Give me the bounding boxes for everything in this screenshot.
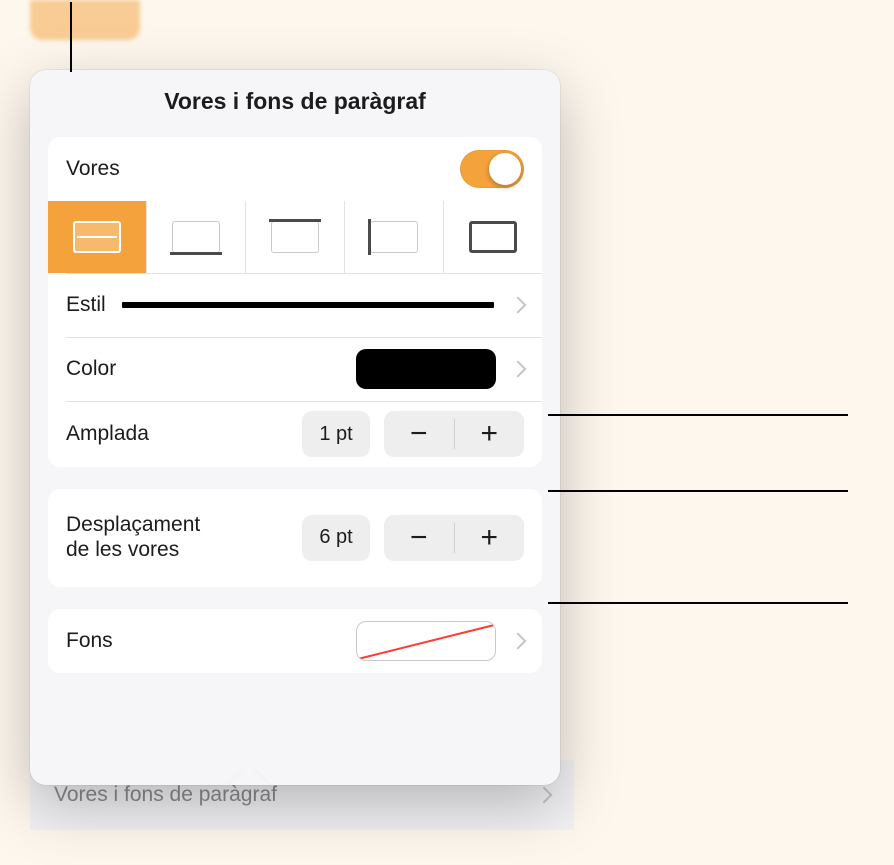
fill-label: Fons [66, 629, 113, 653]
callout-leader [70, 2, 72, 72]
border-side-bottom[interactable] [147, 201, 246, 273]
border-color-row[interactable]: Color [48, 337, 542, 401]
borders-card: Vores Estil [48, 137, 542, 467]
width-label: Amplada [66, 422, 149, 446]
border-offset-row: Desplaçament de les vores 6 pt − + [48, 489, 542, 587]
callout-leader [548, 414, 848, 416]
fill-card: Fons [48, 609, 542, 673]
borders-toggle[interactable] [460, 150, 524, 188]
underlying-row-label: Vores i fons de paràgraf [54, 783, 277, 807]
chevron-right-icon [510, 632, 527, 649]
borders-background-popover: Vores i fons de paràgraf Vores [30, 70, 560, 785]
width-value[interactable]: 1 pt [302, 411, 370, 457]
background-tab-hint [30, 0, 140, 40]
borders-toggle-row: Vores [48, 137, 542, 201]
color-swatch [356, 349, 496, 389]
offset-decrement[interactable]: − [384, 515, 454, 561]
offset-card: Desplaçament de les vores 6 pt − + [48, 489, 542, 587]
border-side-left[interactable] [345, 201, 444, 273]
chevron-right-icon [536, 787, 553, 804]
chevron-right-icon [510, 361, 527, 378]
popover-title: Vores i fons de paràgraf [30, 88, 560, 115]
toggle-knob [489, 153, 521, 185]
chevron-right-icon [510, 297, 527, 314]
border-side-outline[interactable] [444, 201, 542, 273]
line-style-preview [122, 302, 494, 308]
offset-label: Desplaçament de les vores [66, 499, 200, 577]
border-side-top[interactable] [246, 201, 345, 273]
callout-leader [548, 490, 848, 492]
width-increment[interactable]: + [455, 411, 525, 457]
color-label: Color [66, 357, 116, 381]
fill-swatch-none [356, 621, 496, 661]
width-decrement[interactable]: − [384, 411, 454, 457]
style-label: Estil [66, 293, 106, 317]
border-style-row[interactable]: Estil [48, 273, 542, 337]
fill-row[interactable]: Fons [48, 609, 542, 673]
offset-increment[interactable]: + [455, 515, 525, 561]
border-side-segmented [48, 201, 542, 273]
offset-value[interactable]: 6 pt [302, 515, 370, 561]
callout-leader [548, 602, 848, 604]
borders-label: Vores [66, 157, 120, 181]
border-width-row: Amplada 1 pt − + [48, 401, 542, 467]
border-side-all[interactable] [48, 201, 147, 273]
offset-stepper: − + [384, 515, 524, 561]
width-stepper: − + [384, 411, 524, 457]
